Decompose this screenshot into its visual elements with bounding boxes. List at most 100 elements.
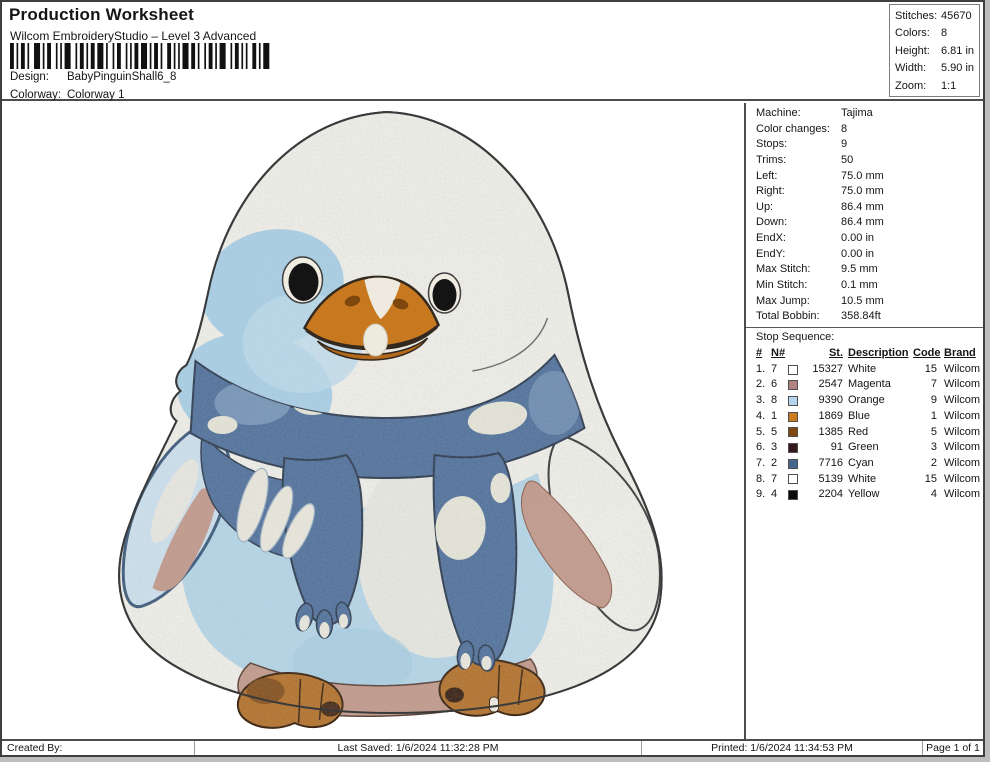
machine-row-label: Machine:	[756, 107, 801, 119]
machine-row: Trims: 50	[756, 153, 983, 169]
app-subtitle: Wilcom EmbroideryStudio – Level 3 Advanc…	[10, 29, 257, 43]
footer-printed: Printed: 1/6/2024 11:34:53 PM	[642, 741, 923, 755]
col-n: N#	[771, 347, 786, 360]
stop-number: 1.	[756, 362, 766, 375]
thread-description: Magenta	[848, 378, 891, 391]
thread-description: White	[848, 472, 877, 485]
machine-row: Max Stitch: 9.5 mm	[756, 262, 983, 278]
thread-brand: Wilcom	[944, 472, 981, 485]
machine-row: Color changes: 8	[756, 122, 983, 138]
stop-number: 8.	[756, 472, 766, 485]
machine-row-label: Trims:	[756, 153, 787, 166]
summary-row-label: Zoom:	[895, 79, 927, 92]
thread-code: 5	[930, 425, 937, 438]
thread-swatch-cell	[788, 442, 803, 453]
machine-row-value: 10.5 mm	[841, 294, 884, 307]
thread-color-swatch	[788, 395, 798, 406]
thread-code: 15	[924, 472, 937, 485]
thread-description: Blue	[848, 409, 871, 422]
machine-row: Max Jump: 10.5 mm	[756, 294, 983, 310]
machine-row: Up: 86.4 mm	[756, 200, 983, 216]
colorway-value: Colorway 1	[67, 89, 125, 101]
col-brand: Brand	[944, 347, 976, 360]
needle-number: 7	[771, 472, 778, 485]
footer-page-number: Page 1 of 1	[926, 742, 980, 754]
summary-row-label: Height:	[895, 44, 930, 57]
thread-swatch-cell	[788, 458, 803, 469]
design-label: Design:	[10, 71, 49, 83]
needle-number: 3	[771, 441, 778, 454]
needle-number: 1	[771, 409, 778, 422]
thread-brand: Wilcom	[944, 409, 981, 422]
colorway-label: Colorway:	[10, 89, 62, 101]
thread-swatch-cell	[788, 474, 803, 485]
machine-row-value: 8	[841, 122, 848, 135]
machine-row-label: Min Stitch:	[756, 279, 808, 292]
stop-sequence-section: Stop Sequence: # N# St. Description Code…	[746, 326, 983, 503]
thread-color-swatch	[788, 411, 798, 422]
machine-row-value: 50	[841, 153, 854, 166]
summary-row-value: 8	[941, 27, 948, 40]
thread-code: 2	[930, 456, 937, 469]
summary-row-label: Stitches:	[895, 10, 938, 22]
machine-row-value: 358.84ft	[841, 310, 881, 323]
stitch-count: 2204	[818, 488, 843, 501]
footer: Created By: Last Saved: 1/6/2024 11:32:2…	[2, 739, 983, 755]
stitch-count: 1869	[818, 409, 843, 422]
machine-row-label: Total Bobbin:	[756, 310, 820, 323]
thread-swatch-cell	[788, 427, 803, 438]
stop-sequence-row: 6. 3 91 Green 3 Wilcom	[756, 440, 983, 456]
thread-code: 7	[930, 378, 937, 391]
machine-row: Right: 75.0 mm	[756, 184, 983, 200]
machine-row: EndX: 0.00 in	[756, 231, 983, 247]
thread-code: 15	[924, 362, 937, 375]
summary-row: Zoom: 1:1	[895, 78, 977, 95]
thread-description: Red	[848, 425, 869, 438]
col-description: Description	[848, 347, 909, 360]
summary-row-value: 6.81 in	[941, 44, 975, 57]
needle-number: 7	[771, 362, 778, 375]
summary-row-value: 45670	[941, 10, 972, 22]
thread-color-swatch	[788, 458, 798, 469]
col-st: St.	[828, 347, 843, 360]
thread-description: White	[848, 362, 877, 375]
needle-number: 5	[771, 425, 778, 438]
machine-row-value: 0.00 in	[841, 232, 875, 245]
production-worksheet-page: Production Worksheet Wilcom EmbroiderySt…	[0, 0, 985, 757]
stop-sequence-header: # N# St. Description Code Brand	[756, 346, 983, 362]
design-row: Design: BabyPinguinShall6_8	[10, 71, 176, 83]
info-panel: Machine: Tajima Color changes: 8 Stops: 9 Trim…	[744, 103, 983, 739]
thread-color-swatch	[788, 364, 798, 375]
machine-row: Min Stitch: 0.1 mm	[756, 278, 983, 294]
design-preview	[118, 111, 663, 729]
stop-sequence-row: 1. 7 15327 White 15 Wilcom	[756, 362, 983, 378]
machine-row: Stops: 9	[756, 137, 983, 153]
machine-row-label: Color changes:	[756, 122, 830, 135]
thread-brand: Wilcom	[944, 441, 981, 454]
stitch-count: 1385	[818, 425, 843, 438]
machine-row: Machine: Tajima	[756, 106, 983, 122]
design-canvas	[2, 103, 744, 739]
machine-row-label: EndY:	[756, 247, 786, 260]
thread-brand: Wilcom	[944, 488, 981, 501]
stitch-texture	[119, 112, 662, 728]
thread-color-swatch	[788, 474, 798, 485]
thread-swatch-cell	[788, 395, 803, 406]
header: Production Worksheet Wilcom EmbroiderySt…	[2, 2, 983, 101]
machine-row-label: Max Stitch:	[756, 263, 811, 276]
stop-number: 7.	[756, 456, 766, 469]
machine-row-label: EndX:	[756, 232, 786, 245]
stop-sequence-row: 3. 8 9390 Orange 9 Wilcom	[756, 393, 983, 409]
thread-code: 4	[930, 488, 937, 501]
thread-swatch-cell	[788, 490, 803, 500]
summary-row-value: 1:1	[941, 79, 957, 92]
stitch-count: 9390	[818, 394, 843, 407]
machine-row: EndY: 0.00 in	[756, 247, 983, 263]
summary-row: Width: 5.90 in	[895, 60, 977, 77]
thread-description: Yellow	[848, 488, 880, 501]
thread-brand: Wilcom	[944, 456, 981, 469]
stitch-count: 5139	[818, 472, 843, 485]
machine-row-value: 86.4 mm	[841, 200, 884, 213]
main-area: Machine: Tajima Color changes: 8 Stops: 9 Trim…	[2, 103, 983, 739]
stitch-count: 2547	[818, 378, 843, 391]
